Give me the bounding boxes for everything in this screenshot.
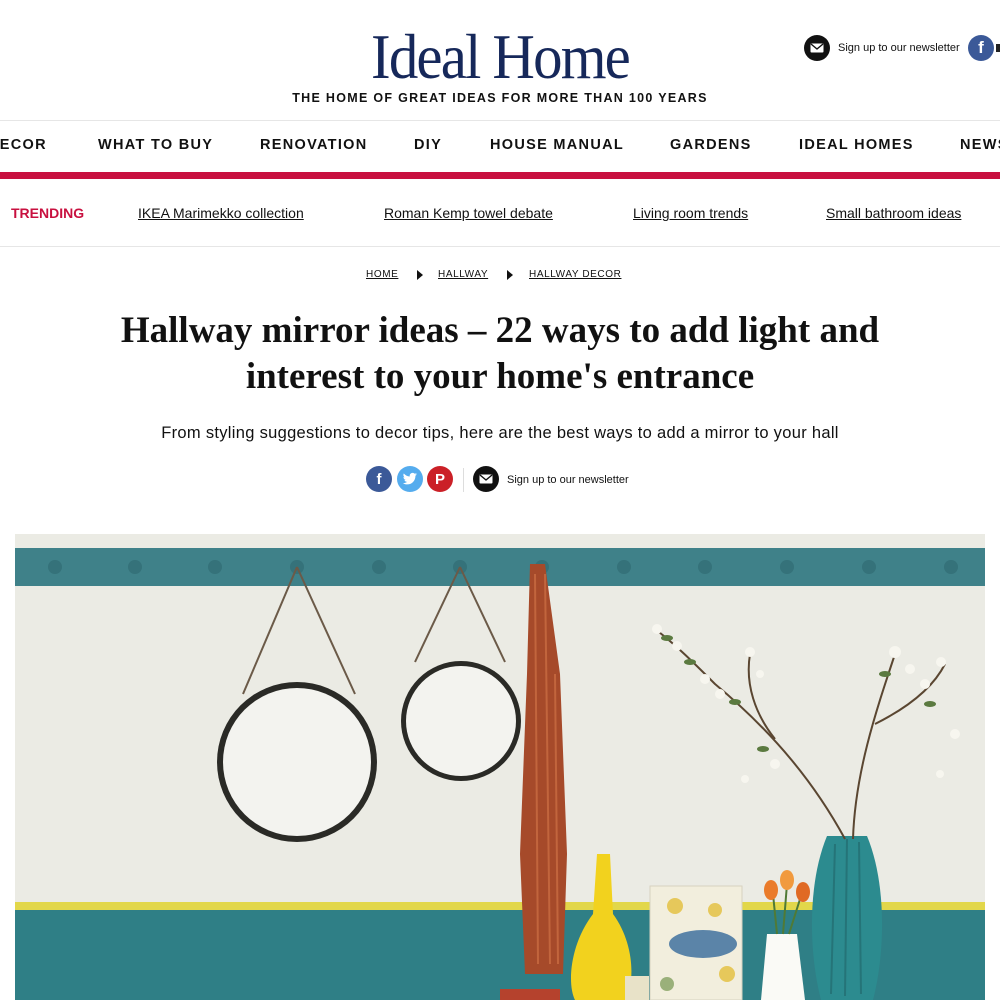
site-header: Ideal Home THE HOME OF GREAT IDEAS FOR M… <box>0 0 1000 121</box>
envelope-icon[interactable] <box>473 466 499 492</box>
breadcrumb-hallway[interactable]: HALLWAY <box>438 269 488 280</box>
nav-item-news[interactable]: NEWS <box>960 121 1000 173</box>
facebook-icon[interactable]: f <box>366 466 392 492</box>
article-title: Hallway mirror ideas – 22 ways to add li… <box>80 308 920 400</box>
envelope-icon <box>804 35 830 61</box>
header-social-icon-partial[interactable] <box>996 44 1000 52</box>
share-newsletter-label[interactable]: Sign up to our newsletter <box>507 474 629 486</box>
nav-item-renovation[interactable]: RENOVATION <box>260 121 368 173</box>
trending-link[interactable]: Living room trends <box>633 205 748 221</box>
article-title-line-2: interest to your home's entrance <box>245 356 755 397</box>
hallway-mirrors-photo <box>15 534 985 1000</box>
facebook-icon[interactable]: f <box>968 35 994 61</box>
nav-item-what-to-buy[interactable]: WHAT TO BUY <box>98 121 213 173</box>
nav-accent-bar <box>0 172 1000 179</box>
nav-item-gardens[interactable]: GARDENS <box>670 121 752 173</box>
pinterest-icon[interactable]: P <box>427 466 453 492</box>
chevron-right-icon <box>507 270 513 280</box>
main-navigation: DECOR WHAT TO BUY RENOVATION DIY HOUSE M… <box>0 121 1000 173</box>
trending-label: TRENDING <box>11 205 85 221</box>
hero-image <box>15 534 985 1000</box>
article-title-line-1: Hallway mirror ideas – 22 ways to add li… <box>120 310 880 351</box>
article-standfirst: From styling suggestions to decor tips, … <box>161 424 839 442</box>
chevron-right-icon <box>417 270 423 280</box>
trending-link[interactable]: Small bathroom ideas <box>826 205 961 221</box>
nav-item-decor[interactable]: DECOR <box>0 121 47 173</box>
share-divider <box>463 468 464 492</box>
trending-link[interactable]: IKEA Marimekko collection <box>138 205 304 221</box>
breadcrumb-hallway-decor[interactable]: HALLWAY DECOR <box>529 269 621 280</box>
nav-item-diy[interactable]: DIY <box>414 121 442 173</box>
breadcrumb: HOME HALLWAY HALLWAY DECOR <box>0 268 1000 284</box>
nav-item-house-manual[interactable]: HOUSE MANUAL <box>490 121 624 173</box>
nav-item-ideal-homes[interactable]: IDEAL HOMES <box>799 121 914 173</box>
trending-link[interactable]: Roman Kemp towel debate <box>384 205 553 221</box>
breadcrumb-home[interactable]: HOME <box>366 269 398 280</box>
trending-bar: TRENDING IKEA Marimekko collection Roman… <box>0 180 1000 247</box>
header-newsletter-label: Sign up to our newsletter <box>838 42 960 54</box>
site-tagline: THE HOME OF GREAT IDEAS FOR MORE THAN 10… <box>292 91 708 105</box>
twitter-icon[interactable] <box>397 466 423 492</box>
header-newsletter-link[interactable]: Sign up to our newsletter <box>804 34 960 62</box>
